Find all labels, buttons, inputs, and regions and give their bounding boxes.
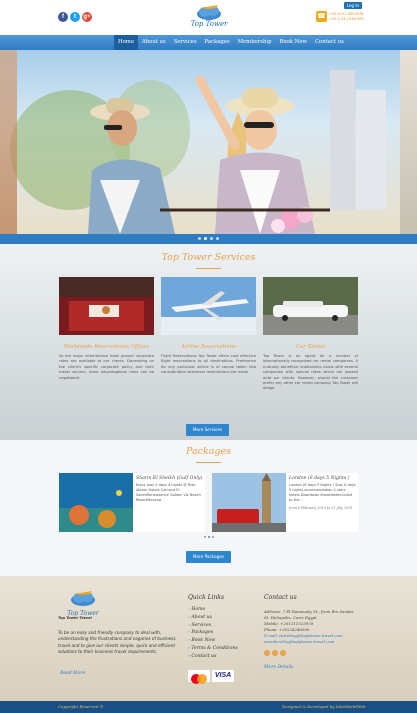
phone-line: +20-2-24-1246-990 bbox=[329, 16, 364, 21]
slider-dot[interactable] bbox=[198, 237, 201, 240]
read-more-link[interactable]: Read More bbox=[60, 671, 85, 676]
contact-title: Contact us bbox=[264, 594, 297, 601]
twitter-icon[interactable]: t bbox=[70, 12, 80, 22]
nav-item-book-now[interactable]: Book Now bbox=[275, 35, 311, 50]
contact-info: Address: 7 El Hamouaty St., from Ibn San… bbox=[264, 609, 384, 670]
service-card: Worldwide Reservations Offices As the ma… bbox=[59, 277, 154, 381]
package-dots bbox=[204, 536, 214, 538]
package-card[interactable]: Sharm El Sheikh (Gulf Only) Enjoy stay 5… bbox=[59, 473, 205, 532]
login-button[interactable]: Log In bbox=[344, 2, 362, 9]
package-name: Sharm El Sheikh (Gulf Only) bbox=[136, 476, 203, 481]
contact-email-2[interactable]: membership@topptower.travel.com bbox=[264, 639, 384, 645]
more-details-link[interactable]: More Details bbox=[264, 665, 384, 670]
social-links: f t g+ bbox=[58, 12, 92, 22]
nav-item-home[interactable]: Home bbox=[114, 35, 138, 50]
visa-icon: VISA bbox=[212, 670, 234, 682]
package-name: London (6 days 5 Nights ) bbox=[289, 476, 350, 481]
plane-cloud-logo-icon bbox=[197, 5, 221, 20]
service-card: Airline Reservations Flight Reservations… bbox=[161, 277, 256, 376]
copyright-bar: Copyright Reserved © Designed & Develope… bbox=[0, 701, 417, 713]
service-card-title: Airline Reservations bbox=[181, 344, 236, 350]
phone-icon: ☎ bbox=[316, 11, 327, 22]
footer-about-text: To be an easy and friendly company to de… bbox=[58, 630, 176, 654]
services-section: Top Tower Services Worldwide Reservation… bbox=[0, 244, 417, 440]
nav-item-membership[interactable]: Membership bbox=[234, 35, 276, 50]
airplane-image bbox=[161, 277, 256, 335]
more-packages-button[interactable]: More Packages bbox=[186, 551, 231, 563]
site-logo[interactable]: Top Tower bbox=[186, 2, 232, 32]
developer-credit[interactable]: Designed & Developed by IdeaWorldWeb bbox=[282, 701, 365, 713]
twitter-icon[interactable] bbox=[272, 649, 278, 656]
quick-links-title: Quick Links bbox=[188, 594, 225, 601]
nav-item-services[interactable]: Services bbox=[170, 35, 201, 50]
london-image bbox=[212, 473, 286, 532]
quick-link-about[interactable]: About us bbox=[188, 614, 238, 622]
service-card-text: Flight Reservations Top Tower offers cos… bbox=[161, 354, 256, 375]
title-divider bbox=[196, 462, 221, 463]
quick-links: Home About us Services Packages Book Now… bbox=[188, 606, 238, 661]
copyright-text: Copyright Reserved © bbox=[58, 704, 104, 709]
service-card-text: As the major international hotel groups'… bbox=[59, 354, 154, 380]
quick-link-home[interactable]: Home bbox=[188, 606, 238, 614]
phone-line: +20-0111-0523978 bbox=[329, 11, 364, 16]
package-desc: Enjoy stay 5 days 4 nights @ Rixo Aktam … bbox=[136, 483, 201, 502]
footer-tagline: Top Tower Travel bbox=[58, 616, 92, 620]
coral-reef-image bbox=[59, 473, 133, 532]
package-date: from 6 February 2019 to 31 July 2019 bbox=[289, 506, 353, 510]
slider-dot[interactable] bbox=[204, 237, 207, 240]
package-card[interactable]: London (6 days 5 Nights ) London (6 days… bbox=[212, 473, 358, 532]
nav-item-about[interactable]: About us bbox=[138, 35, 170, 50]
service-card-text: Top Tower is an agent for a number of in… bbox=[263, 354, 358, 391]
service-card: Car Rental Top Tower is an agent for a n… bbox=[263, 277, 358, 392]
service-card-title: Worldwide Reservations Offices bbox=[63, 344, 150, 350]
packages-section: Packages Sharm El Sheikh (Gulf Only) Enj… bbox=[0, 440, 417, 576]
package-dot[interactable] bbox=[208, 536, 210, 538]
plane-cloud-logo-icon bbox=[71, 591, 95, 606]
slider-dots bbox=[198, 237, 219, 240]
slider-dot[interactable] bbox=[216, 237, 219, 240]
mastercard-icon bbox=[188, 670, 210, 684]
more-services-button[interactable]: More Services bbox=[186, 424, 229, 436]
packages-title: Packages bbox=[186, 446, 231, 457]
site-header: f t g+ Top Tower Log In ☎ +20-0111-05239… bbox=[0, 0, 417, 35]
hotel-room-image bbox=[59, 277, 154, 335]
footer-social bbox=[264, 649, 384, 656]
services-title: Top Tower Services bbox=[161, 252, 256, 263]
quick-link-book-now[interactable]: Book Now bbox=[188, 637, 238, 645]
limousine-image bbox=[263, 277, 358, 335]
hero-image bbox=[10, 70, 386, 234]
facebook-icon[interactable]: f bbox=[58, 12, 68, 22]
quick-link-terms[interactable]: Terms & Conditions bbox=[188, 645, 237, 653]
slider-dot[interactable] bbox=[210, 237, 213, 240]
google-plus-icon[interactable]: g+ bbox=[82, 12, 92, 22]
quick-link-contact[interactable]: Contact us bbox=[188, 653, 238, 661]
package-dot[interactable] bbox=[204, 536, 206, 538]
service-card-title: Car Rental bbox=[296, 344, 325, 350]
nav-item-contact[interactable]: Contact us bbox=[311, 35, 348, 50]
facebook-icon[interactable] bbox=[264, 649, 270, 656]
google-plus-icon[interactable] bbox=[280, 649, 286, 656]
footer-logo[interactable]: Top Tower bbox=[62, 588, 104, 617]
quick-link-packages[interactable]: Packages bbox=[188, 629, 238, 637]
main-nav: Home About us Services Packages Membersh… bbox=[0, 35, 417, 50]
package-dot[interactable] bbox=[212, 536, 214, 538]
nav-item-packages[interactable]: Packages bbox=[201, 35, 234, 50]
package-desc: London (6 days 5 Nights ) Stay 6 days 5 … bbox=[289, 483, 356, 502]
hero-slider[interactable] bbox=[0, 50, 417, 234]
quick-link-services[interactable]: Services bbox=[188, 622, 238, 630]
title-divider bbox=[196, 268, 221, 269]
logo-text: Top Tower bbox=[190, 20, 228, 28]
phone-contact: ☎ +20-0111-0523978 +20-2-24-1246-990 bbox=[316, 11, 364, 22]
site-footer: Top Tower Top Tower Travel To be an easy… bbox=[0, 576, 417, 701]
